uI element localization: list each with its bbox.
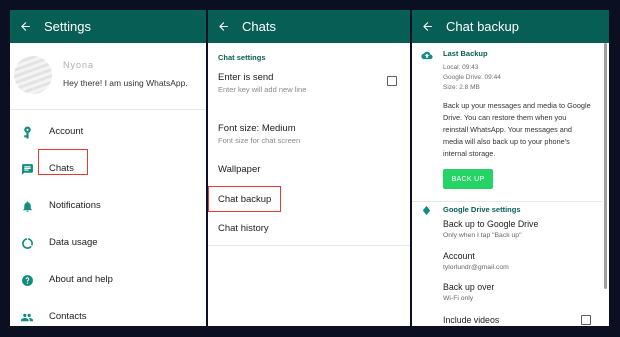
- chats-screen: Chats Chat settings Enter is send Enter …: [208, 10, 410, 326]
- row-title: Chat history: [218, 223, 269, 234]
- settings-item-data-usage[interactable]: Data usage: [10, 231, 206, 257]
- include-videos-row[interactable]: Include videos: [412, 314, 602, 326]
- row-subtitle: Wi-Fi only: [443, 295, 474, 302]
- enter-is-send-row[interactable]: Enter is send Enter key will add new lin…: [208, 69, 410, 101]
- row-subtitle: tylorlundr@gmail.com: [443, 264, 509, 271]
- page-title: Settings: [44, 19, 91, 34]
- key-icon: [20, 125, 34, 139]
- avatar[interactable]: [14, 56, 52, 94]
- backup-description: Back up your messages and media to Googl…: [443, 101, 591, 158]
- settings-item-label: About and help: [49, 274, 113, 285]
- chats-highlight-box: [38, 149, 88, 175]
- back-arrow-icon[interactable]: [216, 20, 230, 34]
- drive-settings-header: Google Drive settings: [443, 205, 521, 214]
- bell-icon: [20, 199, 34, 213]
- profile-row[interactable]: Nyona Hey there! I am using WhatsApp.: [10, 56, 206, 96]
- backup-size: Size: 2.8 MB: [443, 84, 480, 91]
- row-title: Account: [443, 251, 475, 261]
- page-title: Chats: [242, 19, 276, 34]
- divider: [208, 245, 410, 246]
- backup-to-drive-row[interactable]: Back up to Google Drive Only when I tap …: [412, 219, 602, 245]
- section-header: Chat settings: [218, 53, 266, 62]
- settings-item-account[interactable]: Account: [10, 120, 206, 146]
- settings-item-about-help[interactable]: About and help: [10, 268, 206, 294]
- row-title: Include videos: [443, 315, 500, 325]
- row-title: Enter is send: [218, 72, 274, 83]
- chats-appbar: Chats: [208, 10, 410, 43]
- settings-screen: Settings Nyona Hey there! I am using Wha…: [10, 10, 206, 326]
- chat-backup-highlight-box: [208, 186, 281, 212]
- row-subtitle: Font size for chat screen: [218, 136, 301, 145]
- row-title: Back up to Google Drive: [443, 219, 539, 229]
- settings-item-label: Data usage: [49, 237, 98, 248]
- cloud-upload-icon: [421, 48, 433, 66]
- backup-over-row[interactable]: Back up over Wi-Fi only: [412, 282, 602, 308]
- row-title: Wallpaper: [218, 164, 261, 175]
- settings-appbar: Settings: [10, 10, 206, 43]
- settings-item-label: Contacts: [49, 311, 87, 322]
- row-title: Back up over: [443, 282, 495, 292]
- account-row[interactable]: Account tylorlundr@gmail.com: [412, 251, 602, 277]
- page-title: Chat backup: [446, 19, 519, 34]
- drive-backup-time: Google Drive: 09:44: [443, 74, 501, 81]
- chat-icon: [20, 162, 34, 176]
- divider: [412, 201, 602, 202]
- scrollbar[interactable]: [604, 43, 607, 289]
- chat-backup-screen: Chat backup Last Backup Local: 09:43 Goo…: [412, 10, 609, 326]
- divider: [10, 109, 206, 110]
- last-backup-header: Last Backup: [443, 49, 488, 58]
- backup-appbar: Chat backup: [412, 10, 609, 43]
- help-icon: [20, 273, 34, 287]
- enter-is-send-checkbox[interactable]: [387, 76, 397, 86]
- settings-item-contacts[interactable]: Contacts: [10, 305, 206, 326]
- row-title: Font size: Medium: [218, 123, 296, 134]
- chat-history-row[interactable]: Chat history: [208, 219, 410, 241]
- data-usage-icon: [20, 236, 34, 250]
- back-up-button[interactable]: BACK UP: [443, 169, 493, 189]
- back-arrow-icon[interactable]: [420, 20, 434, 34]
- row-subtitle: Only when I tap "Back up": [443, 232, 522, 239]
- local-backup-time: Local: 09:43: [443, 64, 479, 71]
- profile-status: Hey there! I am using WhatsApp.: [63, 78, 188, 88]
- wallpaper-row[interactable]: Wallpaper: [208, 161, 410, 181]
- include-videos-checkbox[interactable]: [581, 315, 591, 325]
- font-size-row[interactable]: Font size: Medium Font size for chat scr…: [208, 123, 410, 151]
- settings-item-notifications[interactable]: Notifications: [10, 194, 206, 220]
- settings-item-label: Notifications: [49, 200, 101, 211]
- contacts-icon: [20, 310, 34, 324]
- back-arrow-icon[interactable]: [18, 20, 32, 34]
- settings-item-label: Account: [49, 126, 84, 137]
- profile-name: Nyona: [63, 60, 95, 70]
- row-subtitle: Enter key will add new line: [218, 85, 307, 94]
